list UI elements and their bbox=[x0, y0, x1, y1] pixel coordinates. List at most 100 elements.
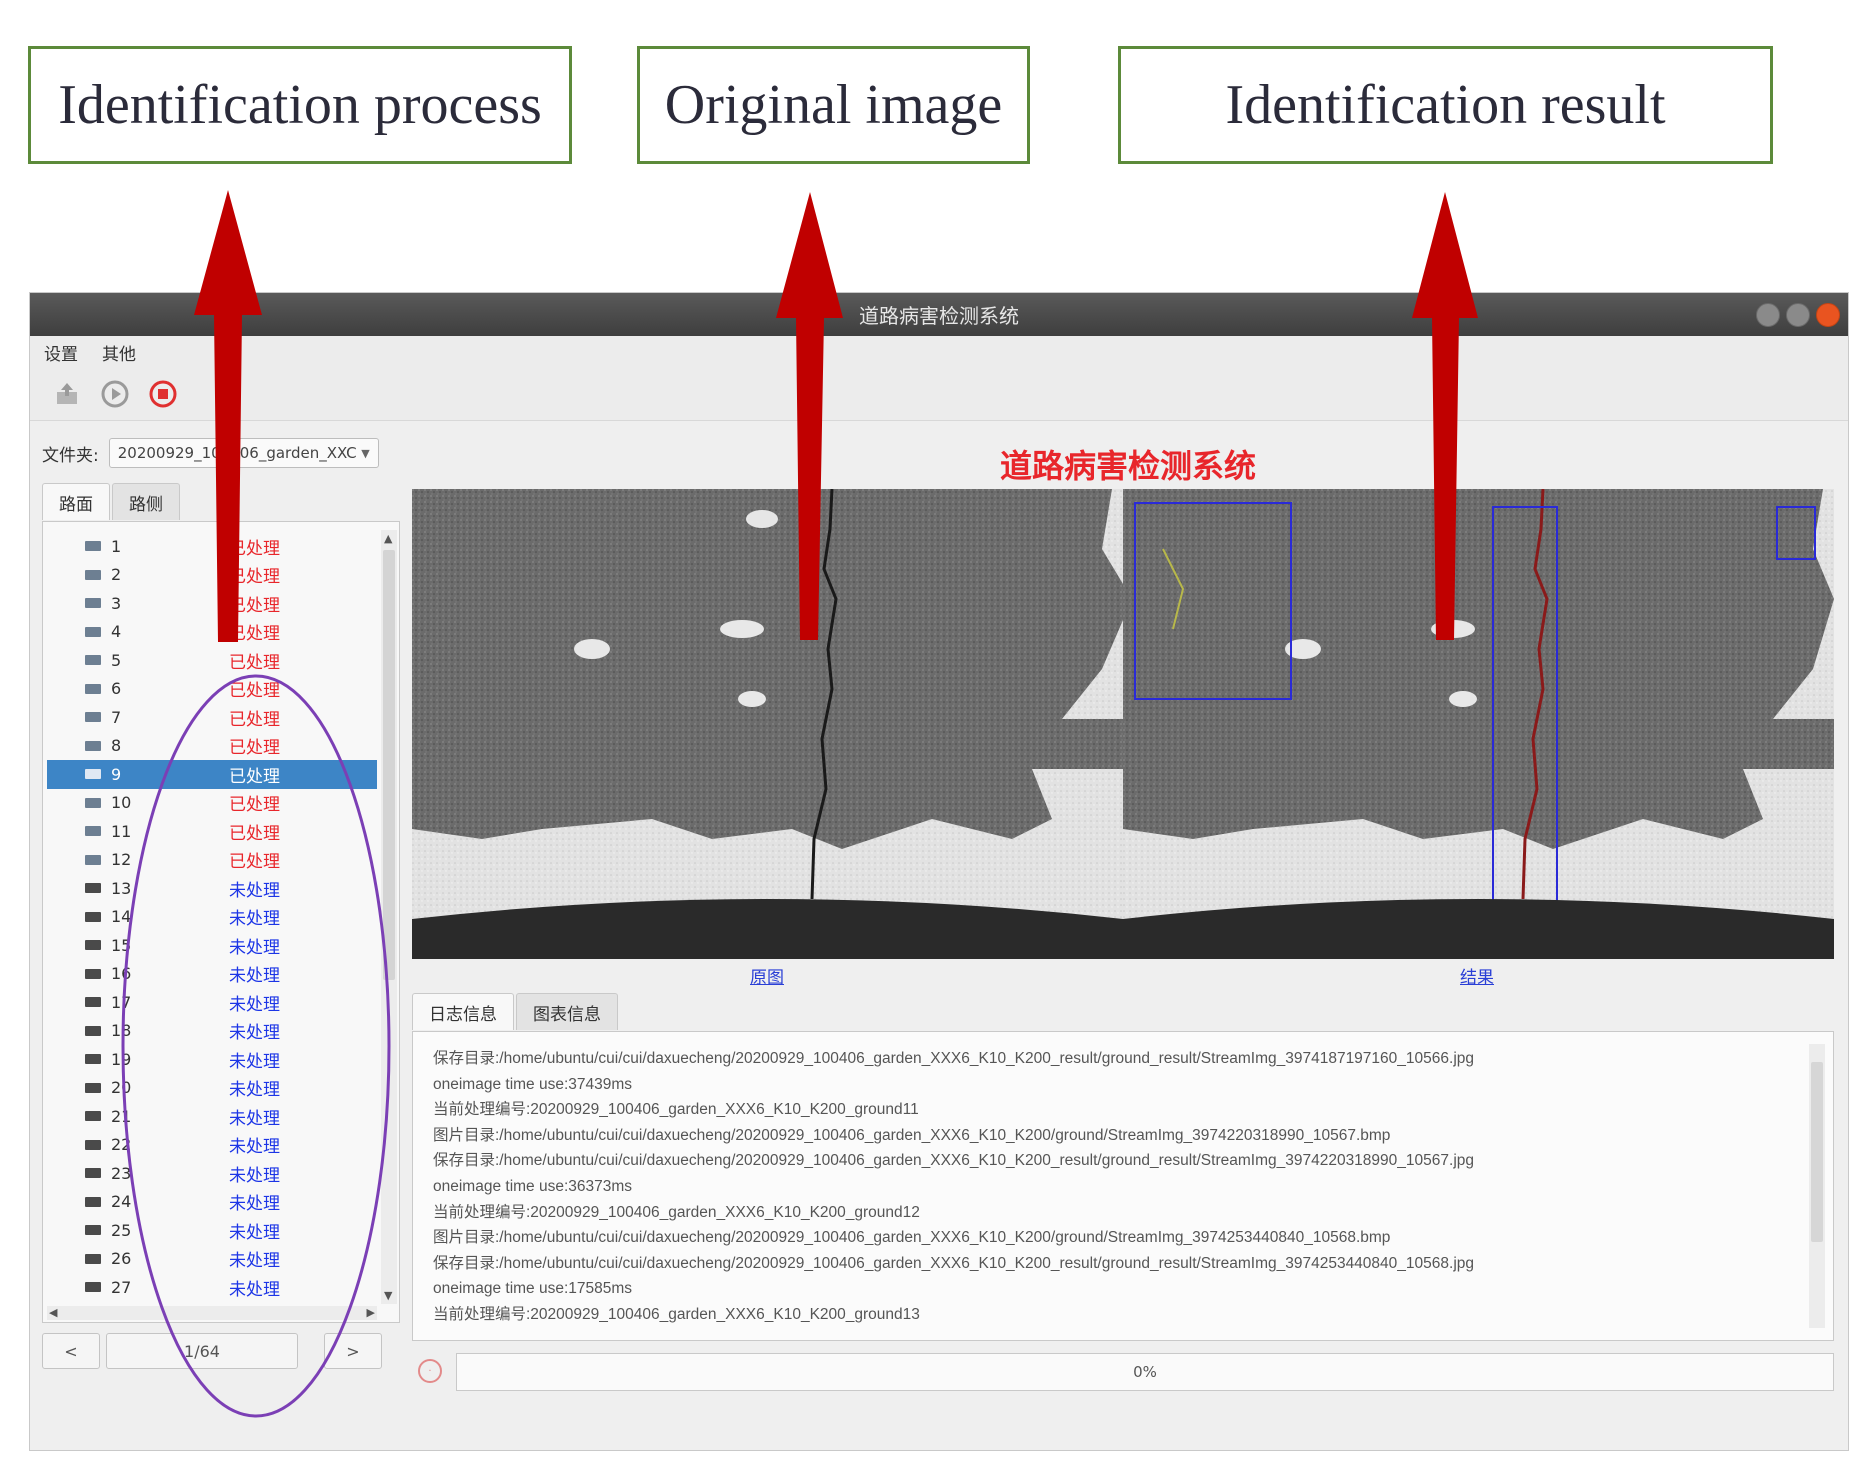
tab-road-surface[interactable]: 路面 bbox=[42, 483, 110, 520]
list-item[interactable]: 15 未处理 bbox=[47, 931, 377, 960]
list-item[interactable]: 21 未处理 bbox=[47, 1102, 377, 1131]
menu-other[interactable]: 其他 bbox=[102, 340, 136, 365]
item-status: 已处理 bbox=[229, 681, 280, 702]
log-panel: 保存目录:/home/ubuntu/cui/cui/daxuecheng/202… bbox=[412, 1031, 1834, 1341]
image-list-panel: 路面 路侧 1 已处理 2 已处理 3 已处理 4 已处理 5 已处理 6 已处理 7 已处理 8 已处理 9 已… bbox=[42, 483, 400, 1403]
progress-label: 0% bbox=[1133, 1363, 1157, 1381]
list-item[interactable]: 18 未处理 bbox=[47, 1017, 377, 1046]
tab-log-info[interactable]: 日志信息 bbox=[412, 993, 514, 1030]
item-status: 已处理 bbox=[229, 595, 280, 616]
item-number: 3 bbox=[111, 593, 122, 613]
image-viewer bbox=[412, 489, 1834, 959]
item-status: 未处理 bbox=[229, 1194, 280, 1215]
maximize-button[interactable] bbox=[1786, 303, 1810, 327]
folder-select[interactable]: 20200929_100406_garden_XXC ▼ bbox=[108, 438, 379, 468]
image-file-icon bbox=[85, 1082, 101, 1093]
list-vertical-scrollbar[interactable]: ▲ ▼ bbox=[381, 530, 397, 1304]
list-item[interactable]: 27 未处理 bbox=[47, 1273, 377, 1302]
image-list-rows: 1 已处理 2 已处理 3 已处理 4 已处理 5 已处理 6 已处理 7 已处理 8 已处理 9 已处理 10 已处… bbox=[47, 532, 377, 1304]
menu-settings[interactable]: 设置 bbox=[44, 340, 78, 365]
log-scrollbar[interactable] bbox=[1809, 1044, 1825, 1328]
export-icon[interactable] bbox=[52, 379, 82, 409]
item-status: 未处理 bbox=[229, 1051, 280, 1072]
image-file-icon bbox=[85, 569, 101, 580]
log-line: 图片目录:/home/ubuntu/cui/cui/daxuecheng/202… bbox=[433, 1229, 1391, 1247]
item-number: 20 bbox=[111, 1078, 132, 1098]
scroll-left-icon[interactable]: ◀ bbox=[49, 1306, 57, 1319]
list-item[interactable]: 9 已处理 bbox=[47, 760, 377, 789]
image-file-icon bbox=[85, 626, 101, 637]
close-button[interactable] bbox=[1816, 303, 1840, 327]
list-item[interactable]: 22 未处理 bbox=[47, 1131, 377, 1160]
list-item[interactable]: 1 已处理 bbox=[47, 532, 377, 561]
identification-result-label: Identification result bbox=[1118, 46, 1773, 164]
next-page-button[interactable]: > bbox=[324, 1333, 382, 1369]
log-line: 当前处理编号:20200929_100406_garden_XXX6_K10_K… bbox=[433, 1101, 919, 1119]
list-item[interactable]: 2 已处理 bbox=[47, 561, 377, 590]
list-item[interactable]: 25 未处理 bbox=[47, 1216, 377, 1245]
image-file-icon bbox=[85, 740, 101, 751]
item-number: 5 bbox=[111, 650, 122, 670]
window-title: 道路病害检测系统 bbox=[859, 304, 1019, 328]
tab-roadside[interactable]: 路侧 bbox=[112, 483, 180, 520]
prev-page-button[interactable]: < bbox=[42, 1333, 100, 1369]
window-controls bbox=[1756, 303, 1840, 327]
list-item[interactable]: 8 已处理 bbox=[47, 732, 377, 761]
log-text: 保存目录:/home/ubuntu/cui/cui/daxuecheng/202… bbox=[433, 1046, 1797, 1328]
item-status: 已处理 bbox=[229, 738, 280, 759]
list-item[interactable]: 12 已处理 bbox=[47, 846, 377, 875]
list-item[interactable]: 20 未处理 bbox=[47, 1074, 377, 1103]
image-file-icon bbox=[85, 769, 101, 780]
list-item[interactable]: 7 已处理 bbox=[47, 703, 377, 732]
item-status: 未处理 bbox=[229, 1023, 280, 1044]
list-item[interactable]: 6 已处理 bbox=[47, 675, 377, 704]
image-file-icon bbox=[85, 1196, 101, 1207]
image-list: 1 已处理 2 已处理 3 已处理 4 已处理 5 已处理 6 已处理 7 已处理 8 已处理 9 已处理 10 已处… bbox=[42, 521, 400, 1323]
list-item[interactable]: 13 未处理 bbox=[47, 874, 377, 903]
list-item[interactable]: 26 未处理 bbox=[47, 1245, 377, 1274]
item-status: 已处理 bbox=[229, 795, 280, 816]
toolbar bbox=[30, 368, 1848, 421]
image-file-icon bbox=[85, 1139, 101, 1150]
item-status: 未处理 bbox=[229, 937, 280, 958]
scroll-right-icon[interactable]: ▶ bbox=[367, 1306, 375, 1319]
folder-value: 20200929_100406_garden_XXC bbox=[117, 444, 357, 462]
item-number: 10 bbox=[111, 793, 132, 813]
log-tabs: 日志信息 图表信息 bbox=[412, 993, 620, 1031]
original-caption[interactable]: 原图 bbox=[750, 963, 784, 988]
scroll-thumb[interactable] bbox=[383, 550, 395, 980]
image-file-icon bbox=[85, 1025, 101, 1036]
list-item[interactable]: 23 未处理 bbox=[47, 1159, 377, 1188]
minimize-button[interactable] bbox=[1756, 303, 1780, 327]
list-item[interactable]: 10 已处理 bbox=[47, 789, 377, 818]
result-caption[interactable]: 结果 bbox=[1460, 963, 1494, 988]
play-icon[interactable] bbox=[100, 379, 130, 409]
list-horizontal-scrollbar[interactable]: ◀ ▶ bbox=[47, 1306, 377, 1320]
item-status: 未处理 bbox=[229, 1165, 280, 1186]
list-item[interactable]: 3 已处理 bbox=[47, 589, 377, 618]
item-status: 已处理 bbox=[229, 624, 280, 645]
item-number: 24 bbox=[111, 1192, 132, 1212]
scroll-down-icon[interactable]: ▼ bbox=[384, 1289, 392, 1302]
list-item[interactable]: 14 未处理 bbox=[47, 903, 377, 932]
list-item[interactable]: 4 已处理 bbox=[47, 618, 377, 647]
pager: < 1/64 > bbox=[42, 1333, 400, 1371]
item-number: 4 bbox=[111, 622, 122, 642]
item-status: 已处理 bbox=[229, 538, 280, 559]
item-number: 18 bbox=[111, 1021, 132, 1041]
scroll-up-icon[interactable]: ▲ bbox=[384, 532, 392, 545]
list-item[interactable]: 11 已处理 bbox=[47, 817, 377, 846]
list-item[interactable]: 16 未处理 bbox=[47, 960, 377, 989]
list-item[interactable]: 24 未处理 bbox=[47, 1188, 377, 1217]
log-line: 保存目录:/home/ubuntu/cui/cui/daxuecheng/202… bbox=[433, 1254, 1474, 1272]
log-scroll-thumb[interactable] bbox=[1811, 1062, 1823, 1242]
app-heading: 道路病害检测系统 bbox=[1000, 447, 1257, 485]
stop-icon[interactable] bbox=[148, 379, 178, 409]
list-item[interactable]: 17 未处理 bbox=[47, 988, 377, 1017]
image-file-icon bbox=[85, 854, 101, 865]
tab-chart-info[interactable]: 图表信息 bbox=[516, 993, 618, 1030]
list-item[interactable]: 19 未处理 bbox=[47, 1045, 377, 1074]
list-item[interactable]: 5 已处理 bbox=[47, 646, 377, 675]
result-image bbox=[1123, 489, 1834, 959]
image-file-icon bbox=[85, 1054, 101, 1065]
